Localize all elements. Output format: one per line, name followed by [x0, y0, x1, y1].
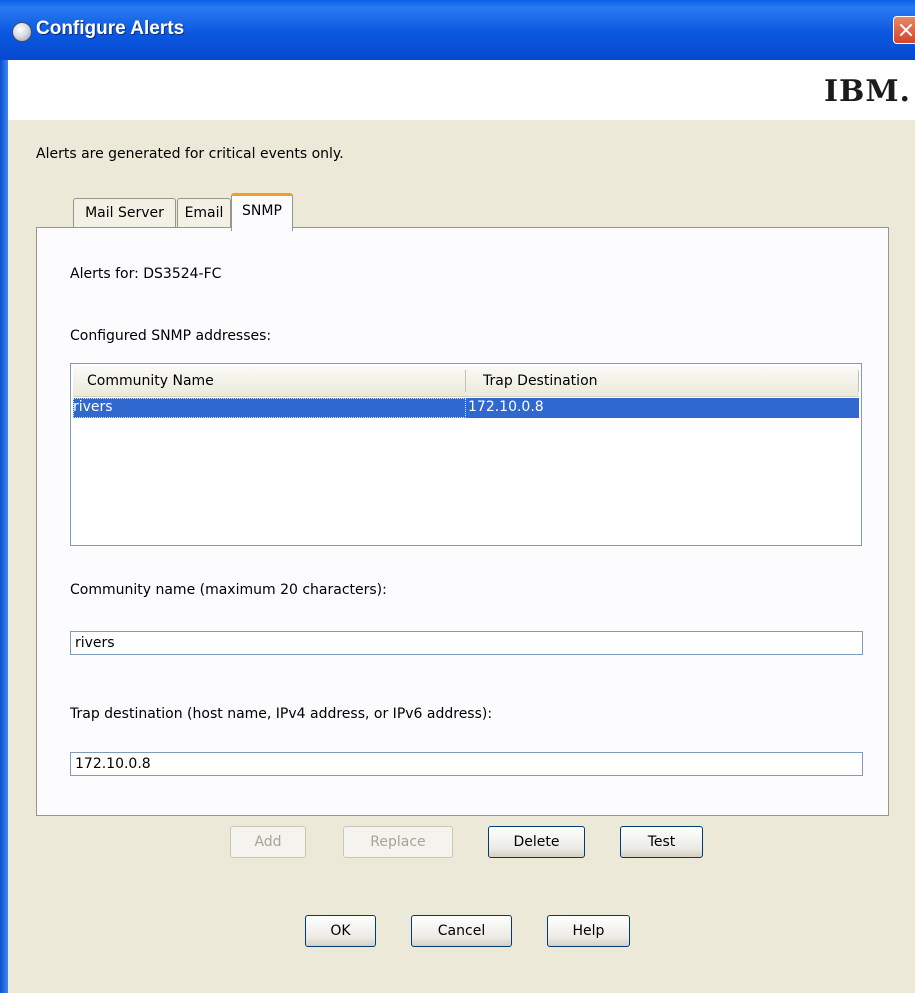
- add-button[interactable]: Add: [230, 826, 306, 858]
- test-button[interactable]: Test: [620, 826, 703, 858]
- tab-mail-server[interactable]: Mail Server: [73, 198, 176, 228]
- cell-community: rivers: [73, 398, 466, 418]
- column-divider[interactable]: [465, 370, 466, 392]
- delete-button[interactable]: Delete: [488, 826, 585, 858]
- table-row[interactable]: rivers 172.10.0.8: [73, 398, 859, 418]
- tab-snmp[interactable]: SNMP: [231, 193, 293, 231]
- window-left-border: [0, 60, 8, 993]
- trap-destination-input[interactable]: [70, 752, 863, 776]
- ok-button[interactable]: OK: [305, 915, 376, 947]
- column-divider[interactable]: [858, 370, 859, 392]
- replace-button[interactable]: Replace: [343, 826, 453, 858]
- title-bar[interactable]: Configure Alerts: [0, 0, 915, 60]
- trap-destination-label: Trap destination (host name, IPv4 addres…: [70, 706, 493, 722]
- configured-snmp-label: Configured SNMP addresses:: [70, 328, 272, 344]
- column-header-community[interactable]: Community Name: [73, 366, 465, 396]
- community-name-input[interactable]: [70, 631, 863, 655]
- banner: IBM.: [8, 60, 915, 120]
- window-title: Configure Alerts: [36, 18, 185, 39]
- alerts-for-label: Alerts for: DS3524-FC: [70, 266, 222, 282]
- community-name-label: Community name (maximum 20 characters):: [70, 582, 387, 598]
- globe-icon: [12, 22, 32, 42]
- cell-trap-destination: 172.10.0.8: [468, 399, 544, 415]
- table-header: Community Name Trap Destination: [73, 366, 859, 397]
- ibm-logo: IBM.: [823, 74, 911, 109]
- help-button[interactable]: Help: [547, 915, 630, 947]
- column-header-trap-destination[interactable]: Trap Destination: [469, 366, 859, 396]
- cancel-button[interactable]: Cancel: [411, 915, 512, 947]
- snmp-address-table[interactable]: Community Name Trap Destination rivers 1…: [70, 363, 862, 546]
- tab-email[interactable]: Email: [177, 198, 231, 228]
- close-button[interactable]: [893, 16, 915, 44]
- intro-text: Alerts are generated for critical events…: [36, 146, 344, 162]
